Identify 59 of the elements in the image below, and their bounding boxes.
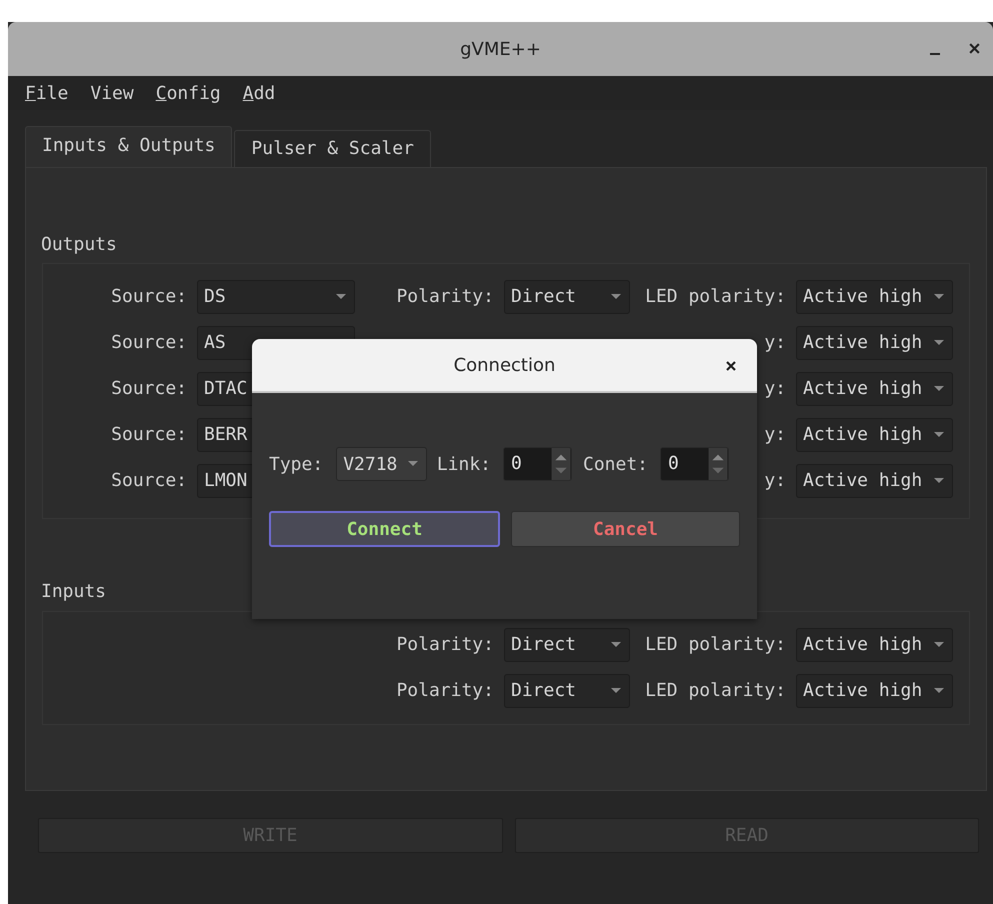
field-label: Source: <box>110 424 188 445</box>
field-label: y: <box>763 332 787 353</box>
caret-icon <box>934 386 944 392</box>
field-label: y: <box>763 470 787 491</box>
field-label: LED polarity: <box>644 286 787 307</box>
field-label: Source: <box>110 332 188 353</box>
caret-icon <box>611 294 621 300</box>
tab[interactable]: Inputs & Outputs <box>25 126 232 167</box>
field-label: Source: <box>110 378 188 399</box>
led-polarity-dropdown[interactable]: Active high <box>796 418 953 452</box>
dialog-title: Connection <box>454 354 556 376</box>
caret-icon <box>336 294 346 300</box>
polarity-dropdown[interactable]: Direct <box>504 674 630 708</box>
led-polarity-dropdown[interactable]: Active high <box>796 372 953 406</box>
field-label: Link: <box>436 454 492 474</box>
led-polarity-dropdown[interactable]: Active high <box>796 326 953 360</box>
field-label: y: <box>763 424 787 445</box>
field-label: Polarity: <box>395 680 495 701</box>
caret-icon <box>408 461 418 467</box>
led-polarity-dropdown[interactable]: Active high <box>796 280 953 314</box>
field-label: Type: <box>269 454 324 474</box>
field-label: LED polarity: <box>644 680 787 701</box>
caret-icon <box>934 294 944 300</box>
field-label: Source: <box>110 286 188 307</box>
field-label: Polarity: <box>395 286 495 307</box>
caret-icon <box>611 642 621 648</box>
field-label: Conet: <box>583 454 648 474</box>
caret-icon <box>934 478 944 484</box>
group-title: Outputs <box>41 234 117 255</box>
field-label: y: <box>763 378 787 399</box>
field-label: LED polarity: <box>644 634 787 655</box>
spin-arrows-icon[interactable] <box>551 448 571 480</box>
led-polarity-dropdown[interactable]: Active high <box>796 628 953 662</box>
polarity-dropdown[interactable]: Direct <box>504 280 630 314</box>
led-polarity-dropdown[interactable]: Active high <box>796 674 953 708</box>
conet-spinbox[interactable]: 0 <box>660 447 730 481</box>
caret-icon <box>934 642 944 648</box>
connect-button[interactable]: Connect <box>269 511 500 547</box>
menu-item[interactable]: File <box>25 82 68 104</box>
caret-icon <box>934 340 944 346</box>
window-title: gVME++ <box>460 38 541 60</box>
tab[interactable]: Pulser & Scaler <box>234 130 431 167</box>
field-label: Polarity: <box>395 634 495 655</box>
source-dropdown[interactable]: DS <box>197 280 355 314</box>
led-polarity-dropdown[interactable]: Active high <box>796 464 953 498</box>
polarity-dropdown[interactable]: Direct <box>504 628 630 662</box>
menu-item[interactable]: Add <box>242 82 276 104</box>
group-title: Inputs <box>41 581 106 602</box>
link-spinbox[interactable]: 0 <box>503 447 572 481</box>
close-icon[interactable] <box>725 360 737 372</box>
type-dropdown[interactable]: V2718 <box>336 447 427 481</box>
menu-item[interactable]: Config <box>156 82 221 104</box>
caret-icon <box>611 688 621 694</box>
field-label: Source: <box>110 470 188 491</box>
caret-icon <box>934 688 944 694</box>
caret-icon <box>934 432 944 438</box>
close-icon[interactable] <box>968 42 981 55</box>
spin-arrows-icon[interactable] <box>708 448 728 480</box>
menu-item[interactable]: View <box>90 82 134 104</box>
